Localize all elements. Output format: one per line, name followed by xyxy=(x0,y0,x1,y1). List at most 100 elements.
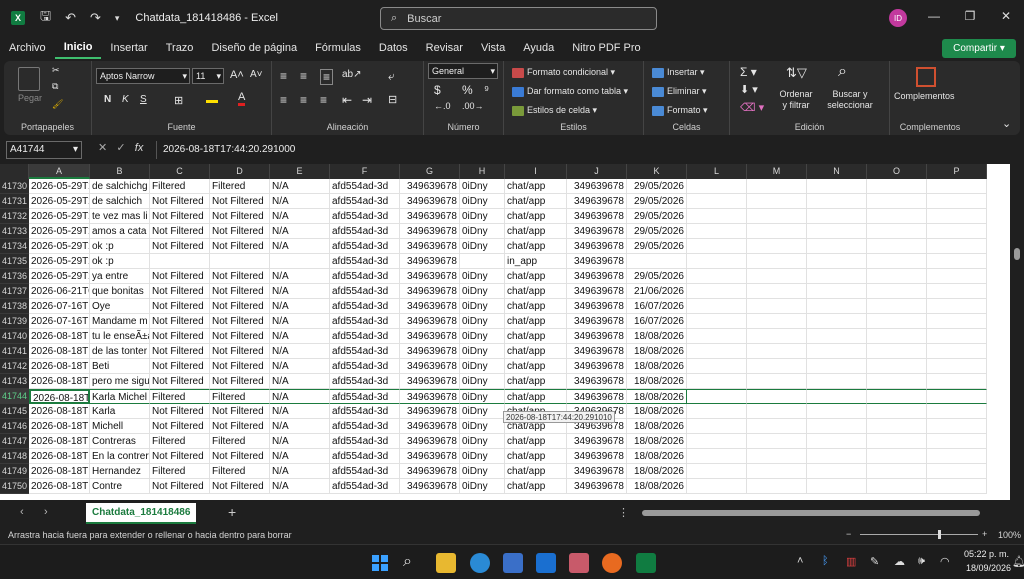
decrease-decimal-icon[interactable]: .00→ xyxy=(462,101,484,111)
column-header[interactable]: L xyxy=(687,164,747,179)
cell[interactable]: 349639678 xyxy=(400,389,460,404)
windows-start-icon[interactable] xyxy=(370,553,390,573)
close-icon[interactable]: ✕ xyxy=(996,9,1016,27)
cell[interactable]: chat/app xyxy=(505,224,567,239)
cell[interactable]: Not Filtered xyxy=(150,329,210,344)
cell[interactable]: N/A xyxy=(270,209,330,224)
cell[interactable]: Beti xyxy=(90,359,150,374)
cell[interactable] xyxy=(867,284,927,299)
menu-item[interactable]: Vista xyxy=(472,36,514,60)
merge-center-icon[interactable]: ⊟ xyxy=(388,93,397,106)
cell[interactable]: 0iDny xyxy=(460,284,505,299)
cell[interactable]: 349639678 xyxy=(400,449,460,464)
cell[interactable]: 349639678 xyxy=(400,404,460,419)
clear-icon[interactable]: ⌫ ▾ xyxy=(740,101,764,114)
format-as-table-button[interactable]: Dar formato como tabla ▾ xyxy=(512,86,628,97)
cell[interactable]: Filtered xyxy=(150,389,210,404)
customize-qat-icon[interactable]: ▾ xyxy=(115,13,120,24)
add-sheet-icon[interactable]: + xyxy=(228,504,236,520)
cell[interactable]: Not Filtered xyxy=(150,374,210,389)
cell[interactable]: Michell xyxy=(90,419,150,434)
cell[interactable] xyxy=(927,299,987,314)
cell[interactable] xyxy=(867,434,927,449)
row-header[interactable]: 41746 xyxy=(0,419,29,434)
cell[interactable]: de salchich xyxy=(90,194,150,209)
cell[interactable] xyxy=(867,194,927,209)
cell[interactable] xyxy=(867,404,927,419)
cell[interactable]: 2026-05-29T2 xyxy=(29,224,90,239)
cell[interactable]: Not Filtered xyxy=(210,194,270,209)
align-middle-icon[interactable]: ≡ xyxy=(300,69,307,83)
cell[interactable]: 2026-05-29T2 xyxy=(29,194,90,209)
cell[interactable]: 2026-06-21T0 xyxy=(29,284,90,299)
notification-icon[interactable]: 🔔︎ xyxy=(1012,555,1024,568)
autosum-icon[interactable]: Σ ▾ xyxy=(740,65,757,79)
cell[interactable]: 349639678 xyxy=(400,314,460,329)
cell[interactable]: N/A xyxy=(270,329,330,344)
zoom-in-icon[interactable]: + xyxy=(982,529,987,539)
cell[interactable]: 349639678 xyxy=(400,254,460,269)
collapse-ribbon-icon[interactable]: ⌄ xyxy=(1002,117,1011,130)
wifi-icon[interactable]: ◠ xyxy=(940,555,950,568)
cell[interactable]: chat/app xyxy=(505,329,567,344)
cell[interactable]: 0iDny xyxy=(460,404,505,419)
cell[interactable] xyxy=(867,359,927,374)
cell[interactable]: chat/app xyxy=(505,269,567,284)
cell[interactable]: 18/08/2026 xyxy=(627,389,687,404)
cell[interactable]: 349639678 xyxy=(400,434,460,449)
cell[interactable] xyxy=(747,419,807,434)
cell[interactable]: afd554ad-3d xyxy=(330,314,400,329)
row-header[interactable]: 41740 xyxy=(0,329,29,344)
cell[interactable]: 2026-08-18T1 xyxy=(29,464,90,479)
cell[interactable]: 349639678 xyxy=(400,284,460,299)
cell[interactable]: 349639678 xyxy=(400,419,460,434)
menu-item[interactable]: Trazo xyxy=(157,36,203,60)
cell[interactable]: 21/06/2026 xyxy=(627,284,687,299)
cell[interactable]: Filtered xyxy=(210,434,270,449)
cell[interactable]: afd554ad-3d xyxy=(330,344,400,359)
row-header[interactable]: 41736 xyxy=(0,269,29,284)
cell[interactable]: Filtered xyxy=(210,464,270,479)
percent-button[interactable]: % xyxy=(462,83,473,97)
cell[interactable] xyxy=(807,299,867,314)
cell[interactable]: 2026-08-18T1 xyxy=(29,329,90,344)
cell[interactable]: Not Filtered xyxy=(210,419,270,434)
insert-cells-button[interactable]: Insertar ▾ xyxy=(652,67,705,78)
cell[interactable]: 0iDny xyxy=(460,269,505,284)
cell[interactable] xyxy=(460,254,505,269)
cell[interactable]: Not Filtered xyxy=(210,314,270,329)
cell[interactable] xyxy=(807,329,867,344)
cell[interactable]: 349639678 xyxy=(567,269,627,284)
cell[interactable]: 29/05/2026 xyxy=(627,179,687,194)
fill-color-icon[interactable] xyxy=(206,93,218,103)
cell[interactable] xyxy=(747,269,807,284)
cell[interactable]: 2026-08-18T1 xyxy=(29,344,90,359)
cell[interactable]: pero me sigu xyxy=(90,374,150,389)
menu-item[interactable]: Insertar xyxy=(101,36,156,60)
cell[interactable]: 29/05/2026 xyxy=(627,269,687,284)
cell[interactable] xyxy=(927,449,987,464)
cell[interactable] xyxy=(687,299,747,314)
cell[interactable]: Not Filtered xyxy=(150,359,210,374)
cell[interactable]: 18/08/2026 xyxy=(627,419,687,434)
cell[interactable]: 2026-07-16T1 xyxy=(29,299,90,314)
bluetooth-icon[interactable]: ᛒ xyxy=(822,555,829,567)
cell[interactable]: 2026-05-29T2 xyxy=(29,254,90,269)
cell[interactable]: 349639678 xyxy=(567,434,627,449)
cell[interactable]: de salchichg xyxy=(90,179,150,194)
cell[interactable] xyxy=(747,194,807,209)
thousands-button[interactable]: ⁹ xyxy=(484,83,489,97)
row-header[interactable]: 41741 xyxy=(0,344,29,359)
cell[interactable] xyxy=(747,479,807,494)
cell[interactable]: chat/app xyxy=(505,359,567,374)
cell[interactable]: Filtered xyxy=(150,179,210,194)
cell[interactable]: Not Filtered xyxy=(150,344,210,359)
cell[interactable]: N/A xyxy=(270,449,330,464)
cell[interactable]: 349639678 xyxy=(400,464,460,479)
cell[interactable] xyxy=(627,254,687,269)
cell[interactable]: Karla xyxy=(90,404,150,419)
cell[interactable] xyxy=(687,179,747,194)
minimize-icon[interactable]: — xyxy=(924,9,944,27)
cell[interactable]: afd554ad-3d xyxy=(330,239,400,254)
cell[interactable]: 29/05/2026 xyxy=(627,224,687,239)
